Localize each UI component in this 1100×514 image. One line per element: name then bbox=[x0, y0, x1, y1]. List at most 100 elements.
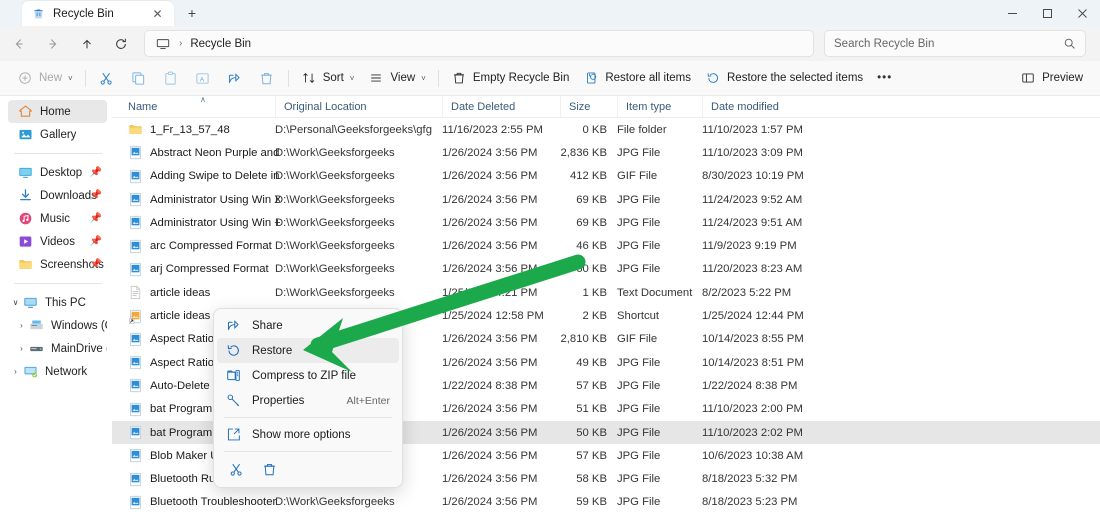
sidebar-item-this-pc[interactable]: ∨ This PC bbox=[8, 291, 107, 314]
restore-all-items-button[interactable]: Restore all items bbox=[576, 65, 698, 92]
table-row[interactable]: 1_Fr_13_57_48 D:\Personal\Geeksforgeeks\g… bbox=[112, 118, 1100, 141]
chevron-right-icon[interactable]: › bbox=[14, 321, 29, 330]
context-menu-item-restore[interactable]: Restore bbox=[217, 338, 399, 363]
sidebar-item-downloads[interactable]: Downloads 📌 bbox=[8, 184, 107, 207]
table-row[interactable]: Administrator Using Win X D:\Work\Geeksfo… bbox=[112, 188, 1100, 211]
column-headers: Name ∧ Original Location Date Deleted Size It… bbox=[112, 96, 1100, 118]
image-file-icon bbox=[128, 332, 143, 347]
cell-type: JPG File bbox=[617, 188, 707, 211]
cell-text: JPG File bbox=[617, 426, 661, 439]
close-icon[interactable] bbox=[1065, 0, 1100, 26]
cell-deleted: 1/26/2024 3:56 PM bbox=[442, 467, 562, 490]
pin-icon[interactable]: 📌 bbox=[90, 236, 102, 247]
text-file-icon bbox=[128, 285, 143, 300]
sidebar-item-videos[interactable]: Videos 📌 bbox=[8, 230, 107, 253]
more-options-button[interactable]: ••• bbox=[870, 65, 899, 92]
delete-icon bbox=[262, 462, 278, 478]
context-menu-item-compress-to-zip-file[interactable]: Compress to ZIP file bbox=[217, 363, 399, 388]
column-header-date-modified[interactable]: Date modified bbox=[702, 96, 832, 118]
table-row[interactable]: Administrator Using Win + X D:\Work\Geeks… bbox=[112, 211, 1100, 234]
table-row[interactable]: Abstract Neon Purple and Blue Col...D:\W… bbox=[112, 141, 1100, 164]
rename-button[interactable]: A bbox=[187, 65, 219, 92]
cut-button[interactable] bbox=[223, 458, 250, 482]
new-tab-button[interactable]: + bbox=[180, 1, 204, 25]
table-row[interactable]: Adding Swipe to Delete in React N...D:\W… bbox=[112, 165, 1100, 188]
sidebar-item-desktop[interactable]: Desktop 📌 bbox=[8, 161, 107, 184]
chevron-down-icon[interactable]: ∨ bbox=[8, 298, 23, 307]
view-button[interactable]: View ˅ bbox=[361, 65, 432, 92]
table-row[interactable]: arj Compressed Format D:\Work\Geeksforgee… bbox=[112, 258, 1100, 281]
restore-selected-items-button[interactable]: Restore the selected items bbox=[698, 65, 870, 92]
sort-button[interactable]: Sort ˅ bbox=[294, 65, 362, 92]
refresh-icon[interactable] bbox=[106, 30, 136, 58]
back-icon[interactable] bbox=[4, 30, 34, 58]
column-header-label: Date modified bbox=[711, 101, 779, 113]
cell-text: 1/25/2024 12:58 PM bbox=[442, 310, 544, 323]
preview-icon bbox=[1020, 70, 1036, 86]
search-icon[interactable] bbox=[1063, 37, 1076, 50]
delete-button[interactable] bbox=[256, 458, 283, 482]
column-header-item-type[interactable]: Item type bbox=[617, 96, 707, 118]
cell-modified: 11/10/2023 2:00 PM bbox=[702, 398, 832, 421]
forward-icon[interactable] bbox=[38, 30, 68, 58]
minimize-icon[interactable] bbox=[995, 0, 1030, 26]
column-header-size[interactable]: Size bbox=[560, 96, 625, 118]
context-menu[interactable]: Share Restore Compress to ZIP file Properti… bbox=[213, 308, 403, 488]
sidebar-item-maindrive-d[interactable]: › MainDrive (D:) bbox=[8, 337, 107, 360]
new-button[interactable]: New ˅ bbox=[10, 65, 80, 92]
column-header-date-deleted[interactable]: Date Deleted bbox=[442, 96, 562, 118]
copy-button[interactable] bbox=[123, 65, 155, 92]
context-menu-item-properties[interactable]: Properties Alt+Enter bbox=[217, 388, 399, 413]
tab-recycle-bin[interactable]: Recycle Bin ✕ bbox=[22, 1, 174, 26]
chevron-right-icon[interactable]: › bbox=[14, 344, 29, 353]
table-row[interactable]: Bluetooth Troubleshooter D:\Work\Geeksfor… bbox=[112, 491, 1100, 514]
cell-text: 49 KB bbox=[576, 356, 607, 369]
cell-deleted: 11/16/2023 2:55 PM bbox=[442, 118, 562, 141]
breadcrumb-current[interactable]: Recycle Bin bbox=[190, 38, 251, 50]
restore-selected-label: Restore the selected items bbox=[727, 72, 864, 84]
cell-type: Text Document bbox=[617, 281, 707, 304]
restore-all-icon bbox=[583, 70, 599, 86]
breadcrumb[interactable]: › Recycle Bin bbox=[144, 30, 814, 57]
table-row[interactable]: article ideas D:\Work\Geeksforgeeks 1/25/2… bbox=[112, 281, 1100, 304]
sidebar-item-home[interactable]: Home bbox=[8, 100, 107, 123]
chevron-right-icon[interactable]: › bbox=[8, 367, 23, 376]
up-icon[interactable] bbox=[72, 30, 102, 58]
delete-button[interactable] bbox=[251, 65, 283, 92]
pin-icon[interactable]: 📌 bbox=[90, 259, 102, 270]
navigation-pane[interactable]: Home Gallery Desktop 📌 Downloads 📌 Music 📌 Video… bbox=[0, 96, 112, 514]
cut-button[interactable] bbox=[91, 65, 123, 92]
paste-button[interactable] bbox=[155, 65, 187, 92]
pin-icon[interactable]: 📌 bbox=[90, 190, 102, 201]
column-header-original-location[interactable]: Original Location bbox=[275, 96, 435, 118]
context-menu-item-share[interactable]: Share bbox=[217, 313, 399, 338]
sidebar-item-windows-c[interactable]: › Windows (C:) bbox=[8, 314, 107, 337]
sidebar-item-music[interactable]: Music 📌 bbox=[8, 207, 107, 230]
share-button[interactable] bbox=[219, 65, 251, 92]
cell-text: 1/22/2024 8:38 PM bbox=[442, 379, 538, 392]
this-pc-icon bbox=[154, 35, 171, 52]
sidebar-item-gallery[interactable]: Gallery bbox=[8, 123, 107, 146]
delete-icon bbox=[451, 70, 467, 86]
cell-text: 1/26/2024 3:56 PM bbox=[442, 473, 538, 486]
sidebar-item-network[interactable]: › Network bbox=[8, 360, 107, 383]
cell-size: 50 KB bbox=[552, 421, 617, 444]
cell-text: 1/22/2024 8:38 PM bbox=[702, 379, 798, 392]
cell-deleted: 1/26/2024 3:56 PM bbox=[442, 234, 562, 257]
search-input[interactable] bbox=[834, 37, 1063, 50]
cell-text: 1/26/2024 3:56 PM bbox=[442, 240, 538, 253]
sidebar-item-screenshots[interactable]: Screenshots 📌 bbox=[8, 253, 107, 276]
pin-icon[interactable]: 📌 bbox=[90, 213, 102, 224]
image-file-icon bbox=[128, 425, 143, 440]
pin-icon[interactable]: 📌 bbox=[90, 167, 102, 178]
preview-button[interactable]: Preview bbox=[1013, 65, 1090, 92]
maximize-icon[interactable] bbox=[1030, 0, 1065, 26]
context-menu-item-show-more-options[interactable]: Show more options bbox=[217, 422, 399, 447]
image-file-icon bbox=[128, 472, 143, 487]
search-box[interactable] bbox=[824, 30, 1086, 57]
table-row[interactable]: arc Compressed Format D:\Work\Geeksforgee… bbox=[112, 234, 1100, 257]
column-header-name[interactable]: Name ∧ bbox=[120, 96, 280, 118]
close-icon[interactable]: ✕ bbox=[149, 5, 166, 22]
cell-location: D:\Work\Geeksforgeeks bbox=[275, 211, 435, 234]
empty-recycle-bin-button[interactable]: Empty Recycle Bin bbox=[444, 65, 577, 92]
